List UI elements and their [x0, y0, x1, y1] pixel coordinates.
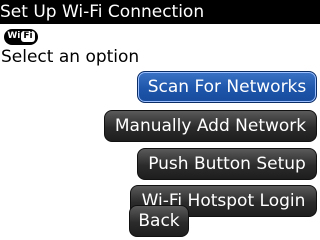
manually-add-network-button[interactable]: Manually Add Network [104, 110, 317, 142]
wifi-badge-text-right: Fi [21, 31, 35, 42]
back-button[interactable]: Back [129, 205, 189, 237]
scan-for-networks-button[interactable]: Scan For Networks [137, 71, 317, 103]
wifi-badge-text-left: Wi [7, 31, 21, 41]
wifi-icon: Wi Fi [4, 29, 38, 45]
select-option-prompt: Select an option [1, 47, 140, 67]
push-button-setup-button[interactable]: Push Button Setup [137, 148, 317, 180]
window-title: Set Up Wi-Fi Connection [0, 0, 320, 24]
